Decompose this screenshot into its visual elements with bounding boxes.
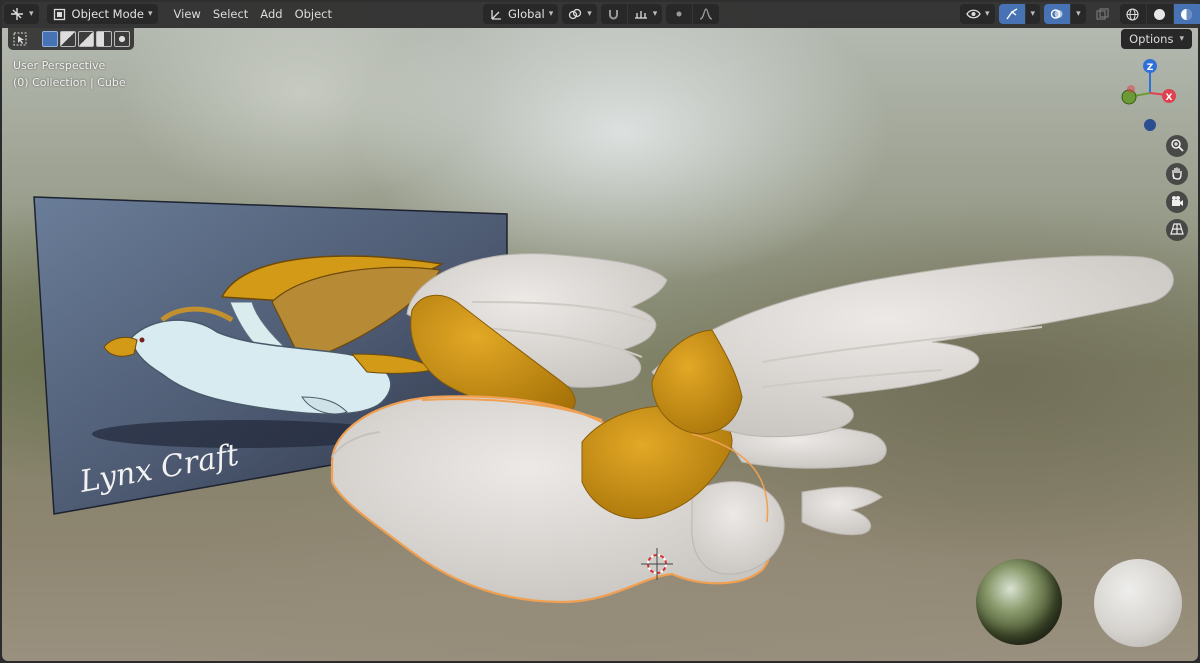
gizmo-toggle[interactable]	[998, 4, 1025, 24]
near-wing	[651, 255, 1174, 438]
editor-type-button[interactable]: ▾	[4, 4, 39, 24]
overlays-select[interactable]: ▾	[1071, 4, 1086, 24]
select-mode-extend-button[interactable]	[60, 31, 76, 47]
header-center-tools: Global ▾ ▾ ▾	[483, 4, 720, 24]
menu-view[interactable]: View	[168, 7, 207, 21]
menu-select[interactable]: Select	[207, 7, 254, 21]
select-mode-invert-button[interactable]	[96, 31, 112, 47]
options-button[interactable]: Options ▾	[1121, 29, 1192, 49]
header-menus: View Select Add Object	[168, 7, 339, 21]
view-name-label: User Perspective	[13, 59, 106, 72]
shading-solid-button[interactable]	[1146, 4, 1173, 24]
overlay-icon	[1049, 6, 1065, 22]
gizmo-z-label: Z	[1147, 63, 1154, 73]
orientation-label: Global	[508, 7, 545, 21]
select-mode-new-button[interactable]	[42, 31, 58, 47]
snapping-group: ▾	[600, 4, 663, 24]
chevron-down-icon: ▾	[587, 9, 592, 19]
collection-info-label: (0) Collection | Cube	[13, 76, 126, 89]
tool-settings-bar	[8, 28, 134, 50]
gizmo-icon	[1004, 6, 1020, 22]
zoom-icon	[1170, 138, 1184, 155]
3d-viewport[interactable]: Lynx Craft User Perspective (0) Collecti…	[2, 2, 1198, 661]
chevron-down-icon: ▾	[1179, 34, 1184, 44]
grid-perspective-icon	[1170, 222, 1184, 239]
xray-icon	[1095, 6, 1111, 22]
shading-material-button[interactable]	[1173, 4, 1200, 24]
snap-increment-icon	[633, 6, 649, 22]
hdri-preview-sphere	[976, 559, 1062, 645]
proportional-falloff-select[interactable]	[693, 4, 720, 24]
pan-button[interactable]	[1166, 163, 1188, 185]
xray-toggle[interactable]	[1090, 4, 1116, 24]
view3d-editor-icon	[9, 6, 25, 22]
pivot-icon	[567, 6, 583, 22]
shading-group: ▾	[1119, 4, 1200, 24]
header-right-tools: ▾ ▾ ▾	[960, 4, 1200, 24]
visibility-select[interactable]: ▾	[960, 4, 995, 24]
magnet-icon	[606, 6, 622, 22]
proportional-edit-icon	[671, 6, 687, 22]
chevron-down-icon: ▾	[985, 9, 990, 19]
chevron-down-icon: ▾	[548, 9, 554, 19]
camera-icon	[1170, 194, 1184, 211]
material-sphere-icon	[1179, 6, 1195, 22]
material-preview-sphere	[1094, 559, 1182, 647]
overlays-toggle[interactable]	[1044, 4, 1071, 24]
zoom-button[interactable]	[1166, 135, 1188, 157]
mode-label: Object Mode	[71, 7, 144, 21]
object-mode-icon	[52, 6, 68, 22]
chevron-down-icon: ▾	[147, 9, 153, 19]
proportional-edit-toggle[interactable]	[666, 4, 693, 24]
hand-icon	[1170, 166, 1184, 183]
wireframe-sphere-icon	[1125, 6, 1141, 22]
gizmo-group: ▾	[998, 4, 1041, 24]
navigation-gizmo[interactable]: Z X	[1115, 55, 1185, 135]
gizmo-select[interactable]: ▾	[1025, 4, 1041, 24]
solid-sphere-icon	[1152, 6, 1168, 22]
chevron-down-icon: ▾	[1030, 9, 1036, 19]
pivot-point-select[interactable]: ▾	[562, 4, 597, 24]
falloff-smooth-icon	[698, 6, 714, 22]
mode-select[interactable]: Object Mode ▾	[46, 4, 158, 24]
eye-icon	[965, 6, 981, 22]
selection-mode-group	[42, 31, 130, 47]
chevron-down-icon: ▾	[1076, 9, 1081, 19]
menu-object[interactable]: Object	[289, 7, 338, 21]
snap-target-select[interactable]: ▾	[627, 4, 663, 24]
shading-wireframe-button[interactable]	[1119, 4, 1146, 24]
snap-toggle[interactable]	[600, 4, 627, 24]
orientation-global-icon	[488, 6, 504, 22]
options-label: Options	[1129, 32, 1174, 46]
viewport-header: ▾ Object Mode ▾ View Select Add Object G…	[0, 0, 1200, 28]
camera-view-button[interactable]	[1166, 191, 1188, 213]
chevron-down-icon: ▾	[29, 9, 34, 19]
select-mode-subtract-button[interactable]	[78, 31, 94, 47]
proportional-edit-group	[666, 4, 720, 24]
ortho-toggle-button[interactable]	[1166, 219, 1188, 241]
transform-orientation-select[interactable]: Global ▾	[483, 4, 559, 24]
select-tool-icon[interactable]	[12, 31, 28, 47]
select-mode-intersect-button[interactable]	[114, 31, 130, 47]
overlay-group: ▾	[1044, 4, 1086, 24]
menu-add[interactable]: Add	[254, 7, 288, 21]
chevron-down-icon: ▾	[652, 9, 658, 19]
gizmo-x-label: X	[1166, 93, 1173, 103]
